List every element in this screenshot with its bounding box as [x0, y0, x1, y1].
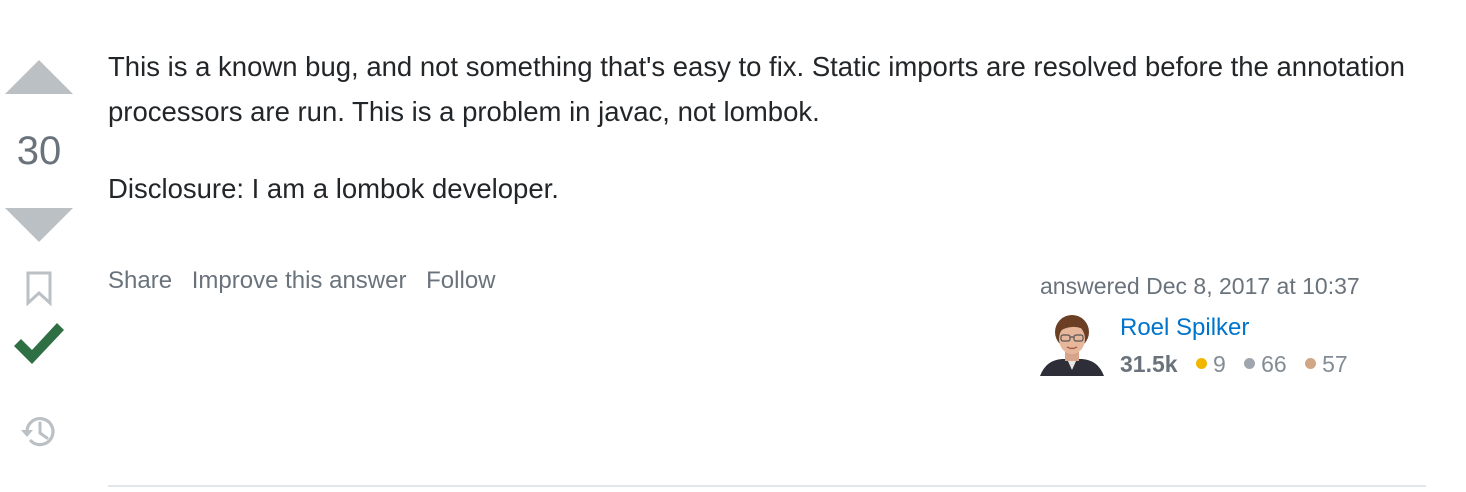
- vote-count: 30: [16, 129, 62, 173]
- bronze-badges: 57: [1305, 348, 1348, 380]
- answer-body: This is a known bug, and not something t…: [108, 44, 1428, 211]
- improve-answer-link[interactable]: Improve this answer: [192, 267, 407, 294]
- answer-paragraph: Disclosure: I am a lombok developer.: [108, 173, 559, 204]
- user-name-link[interactable]: Roel Spilker: [1120, 312, 1249, 344]
- checkmark-icon: [14, 323, 64, 364]
- answer-paragraph: This is a known bug, and not something t…: [108, 51, 1405, 127]
- user-stats: 31.5k 9 66 57: [1120, 348, 1360, 380]
- silver-badge-count: 66: [1261, 351, 1287, 377]
- vote-column: 30: [0, 0, 80, 492]
- timeline-button[interactable]: [18, 411, 60, 453]
- bronze-badge-count: 57: [1322, 351, 1348, 377]
- upvote-button[interactable]: [5, 58, 73, 96]
- silver-badge-icon: [1244, 358, 1256, 369]
- reputation-score: 31.5k: [1120, 351, 1178, 377]
- gold-badge-count: 9: [1212, 351, 1226, 377]
- history-icon: [21, 417, 55, 447]
- share-link[interactable]: Share: [108, 267, 172, 294]
- triangle-down-icon: [5, 208, 73, 242]
- bronze-badge-icon: [1305, 358, 1317, 369]
- follow-link[interactable]: Follow: [426, 267, 495, 294]
- triangle-up-icon: [5, 60, 73, 94]
- answered-timestamp: answered Dec 8, 2017 at 10:37: [1040, 273, 1360, 299]
- gold-badge-icon: [1195, 358, 1207, 369]
- user-avatar-image: [1040, 312, 1104, 376]
- downvote-button[interactable]: [5, 206, 73, 244]
- silver-badges: 66: [1244, 348, 1287, 380]
- gold-badges: 9: [1195, 348, 1226, 380]
- accepted-answer-indicator: [12, 320, 66, 372]
- avatar[interactable]: [1040, 312, 1104, 376]
- post-menu: Share Improve this answer Follow: [108, 265, 509, 297]
- user-card: answered Dec 8, 2017 at 10:37 Roel Spilk…: [1040, 270, 1440, 390]
- bookmark-icon: [26, 271, 52, 307]
- bookmark-button[interactable]: [24, 270, 54, 307]
- answer-divider: [108, 485, 1426, 487]
